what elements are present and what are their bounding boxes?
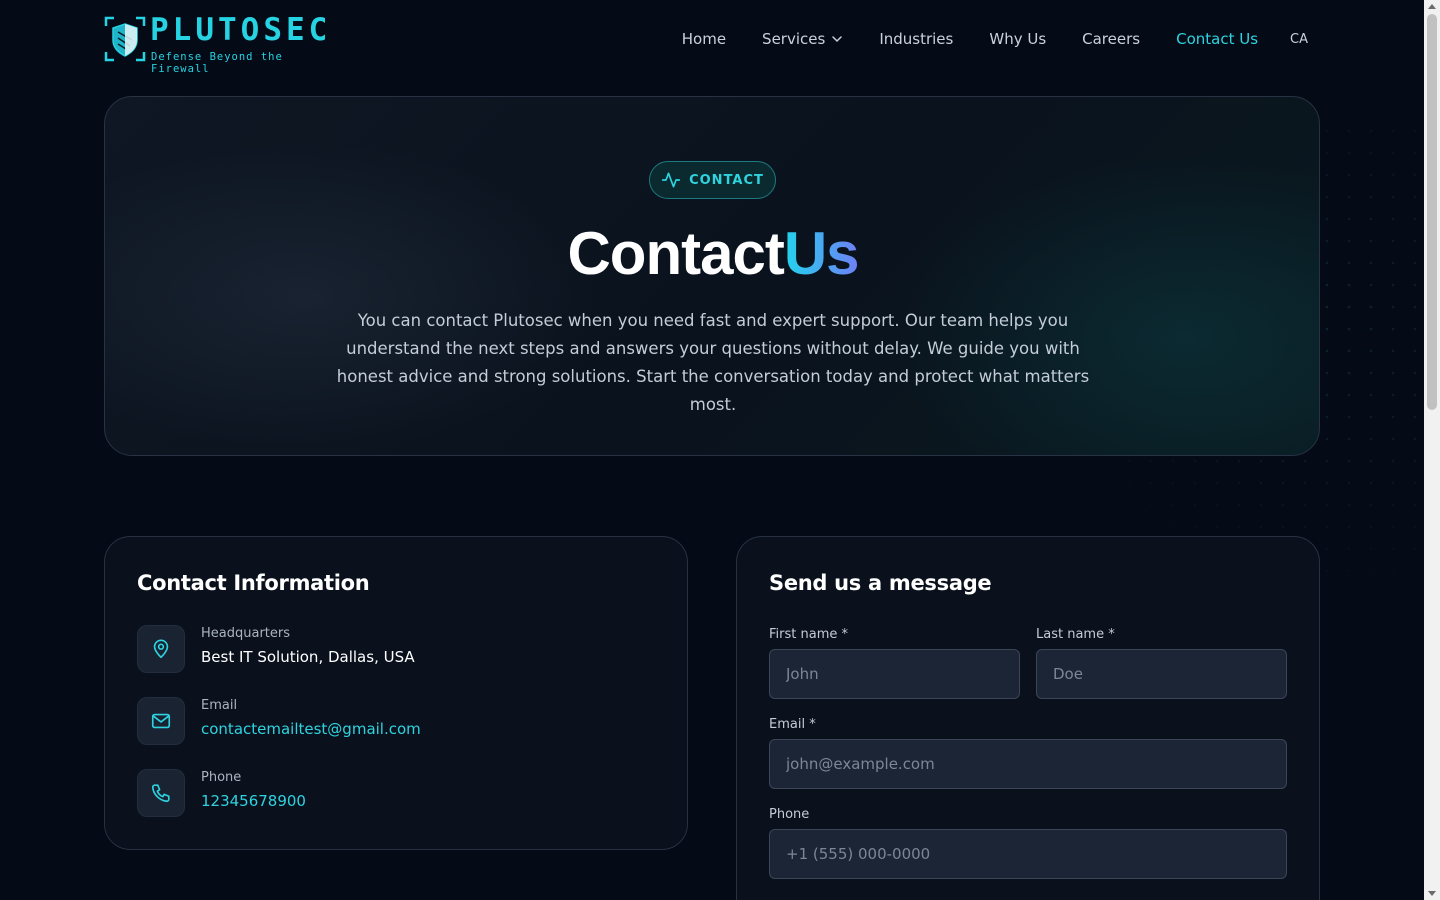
main-nav: Home Services Industries Why Us Careers …	[646, 30, 1308, 48]
hero-description: You can contact Plutosec when you need f…	[336, 311, 1090, 414]
scroll-up-arrow-icon[interactable]	[1428, 4, 1436, 9]
phone-field-label: Phone	[769, 807, 810, 822]
headquarters-value: Best IT Solution, Dallas, USA	[201, 648, 415, 666]
nav-industries[interactable]: Industries	[879, 30, 953, 48]
nav-careers[interactable]: Careers	[1082, 30, 1140, 48]
email-input[interactable]	[769, 739, 1287, 789]
last-name-label: Last name *	[1036, 627, 1115, 642]
logo-tagline: Defense Beyond the Firewall	[151, 51, 283, 75]
phone-link[interactable]: 12345678900	[201, 792, 306, 810]
contact-information-card: Contact Information Headquarters Best IT…	[104, 536, 688, 850]
logo[interactable]: PLUTOSEC Defense Beyond the Firewall	[104, 12, 344, 75]
email-label: Email	[201, 698, 238, 713]
scroll-thumb[interactable]	[1427, 14, 1437, 410]
chevron-down-icon	[832, 36, 843, 43]
page-title: ContactUs	[105, 219, 1321, 288]
headquarters-label: Headquarters	[201, 626, 291, 641]
badge-label: CONTACT	[689, 172, 764, 188]
page-title-main: Contact	[567, 220, 784, 287]
language-switcher[interactable]: CA	[1290, 32, 1308, 47]
phone-label: Phone	[201, 770, 242, 785]
site-header: PLUTOSEC Defense Beyond the Firewall Hom…	[0, 0, 1424, 82]
hero-card: CONTACT ContactUs You can contact Plutos…	[104, 96, 1320, 456]
section-badge: CONTACT	[649, 161, 776, 199]
logo-name: PLUTOSEC	[150, 12, 332, 48]
email-field-label: Email *	[769, 717, 816, 732]
phone-icon	[137, 769, 185, 817]
message-form-card: Send us a message First name * Last name…	[736, 536, 1320, 900]
activity-pulse-icon	[661, 172, 681, 188]
map-pin-icon	[137, 625, 185, 673]
nav-why-us[interactable]: Why Us	[989, 30, 1046, 48]
shield-logo-icon	[104, 16, 146, 62]
nav-contact-us[interactable]: Contact Us	[1176, 30, 1258, 48]
last-name-input[interactable]	[1036, 649, 1287, 699]
message-form-title: Send us a message	[769, 571, 992, 595]
page-title-accent: Us	[783, 220, 860, 287]
first-name-input[interactable]	[769, 649, 1020, 699]
nav-services-label: Services	[762, 30, 826, 48]
contact-item-headquarters: Headquarters Best IT Solution, Dallas, U…	[137, 625, 637, 675]
phone-input[interactable]	[769, 829, 1287, 879]
contact-item-phone: Phone 12345678900	[137, 769, 637, 819]
contact-item-email: Email contactemailtest@gmail.com	[137, 697, 637, 747]
contact-information-title: Contact Information	[137, 571, 370, 595]
first-name-label: First name *	[769, 627, 848, 642]
nav-home[interactable]: Home	[682, 30, 726, 48]
email-link[interactable]: contactemailtest@gmail.com	[201, 720, 421, 738]
nav-services[interactable]: Services	[762, 30, 843, 48]
page-scrollbar[interactable]	[1424, 0, 1440, 900]
scroll-down-arrow-icon[interactable]	[1428, 891, 1436, 896]
mail-icon	[137, 697, 185, 745]
